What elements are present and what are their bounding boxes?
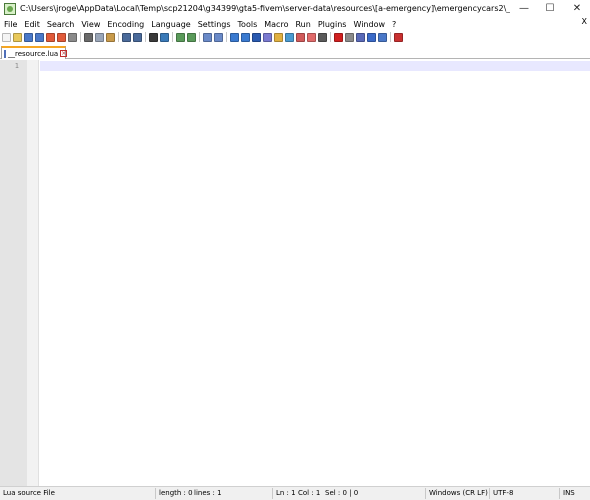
- save-all-icon[interactable]: [35, 32, 44, 42]
- indent-guide-icon[interactable]: [252, 32, 261, 42]
- status-lines: lines : 1: [194, 489, 222, 497]
- toolbar-separator: [118, 32, 119, 42]
- toolbar-separator: [226, 32, 227, 42]
- view-icon[interactable]: [318, 32, 327, 42]
- status-column-position: Col : 1: [298, 489, 321, 497]
- replace-icon[interactable]: [160, 32, 169, 42]
- folder-as-workspace-icon[interactable]: [296, 32, 305, 42]
- close-window-button[interactable]: ✕: [564, 0, 590, 17]
- new-file-icon[interactable]: [2, 32, 11, 42]
- paste-icon[interactable]: [106, 32, 115, 42]
- record-macro-icon[interactable]: [334, 32, 343, 42]
- redo-icon[interactable]: [133, 32, 142, 42]
- status-file-type: Lua source File: [3, 489, 55, 497]
- menu-help[interactable]: ?: [388, 20, 399, 29]
- minimize-button[interactable]: —: [511, 0, 537, 17]
- menu-language[interactable]: Language: [147, 20, 193, 29]
- sync-horizontal-icon[interactable]: [214, 32, 223, 42]
- status-divider: [425, 488, 426, 499]
- close-all-icon[interactable]: [57, 32, 66, 42]
- menu-encoding[interactable]: Encoding: [103, 20, 147, 29]
- user-defined-language-icon[interactable]: [263, 32, 272, 42]
- zoom-out-icon[interactable]: [187, 32, 196, 42]
- run-macro-multiple-icon[interactable]: [367, 32, 376, 42]
- word-wrap-icon[interactable]: [230, 32, 239, 42]
- menu-bar: File Edit Search View Encoding Language …: [0, 17, 590, 31]
- tab-resource-lua[interactable]: __resource.lua ×: [1, 46, 68, 59]
- menu-search[interactable]: Search: [43, 20, 77, 29]
- menu-tools[interactable]: Tools: [234, 20, 261, 29]
- tab-bar: __resource.lua ×: [0, 45, 590, 59]
- status-selection: Sel : 0 | 0: [325, 489, 359, 497]
- status-bar: Lua source File length : 0 lines : 1 Ln …: [0, 486, 590, 500]
- notepad-plus-plus-icon: [4, 2, 16, 15]
- line-number: 1: [14, 62, 19, 70]
- tab-close-icon[interactable]: ×: [60, 50, 68, 57]
- menu-settings[interactable]: Settings: [194, 20, 234, 29]
- toolbar-separator: [145, 32, 146, 42]
- spell-check-icon[interactable]: [394, 32, 403, 42]
- status-divider: [559, 488, 560, 499]
- menu-macro[interactable]: Macro: [260, 20, 291, 29]
- menu-view[interactable]: View: [77, 20, 103, 29]
- status-encoding: UTF-8: [493, 489, 514, 497]
- tab-label: __resource.lua: [8, 49, 59, 58]
- close-icon[interactable]: [46, 32, 55, 42]
- document-map-icon[interactable]: [274, 32, 283, 42]
- status-length: length : 0: [159, 489, 193, 497]
- find-icon[interactable]: [149, 32, 158, 42]
- menu-run[interactable]: Run: [291, 20, 313, 29]
- toolbar-separator: [172, 32, 173, 42]
- title-bar: C:\Users\jroge\AppData\Local\Temp\scp212…: [0, 0, 590, 17]
- menu-edit[interactable]: Edit: [20, 20, 43, 29]
- toolbar-separator: [330, 32, 331, 42]
- print-icon[interactable]: [68, 32, 77, 42]
- toolbar-separator: [199, 32, 200, 42]
- undo-icon[interactable]: [122, 32, 131, 42]
- menu-plugins[interactable]: Plugins: [314, 20, 350, 29]
- cut-icon[interactable]: [84, 32, 93, 42]
- menu-window[interactable]: Window: [349, 20, 388, 29]
- status-divider: [155, 488, 156, 499]
- menu-file[interactable]: File: [0, 20, 20, 29]
- status-divider: [489, 488, 490, 499]
- toolbar: [0, 31, 590, 43]
- editor-area[interactable]: 1: [0, 60, 590, 486]
- status-line-position: Ln : 1: [276, 489, 296, 497]
- function-list-icon[interactable]: [285, 32, 294, 42]
- current-line-highlight: [40, 61, 590, 71]
- toolbar-separator: [80, 32, 81, 42]
- status-insert-mode[interactable]: INS: [563, 489, 575, 497]
- monitoring-icon[interactable]: [307, 32, 316, 42]
- playback-macro-icon[interactable]: [356, 32, 365, 42]
- status-divider: [272, 488, 273, 499]
- status-eol-format: Windows (CR LF): [429, 489, 488, 497]
- show-all-characters-icon[interactable]: [241, 32, 250, 42]
- copy-icon[interactable]: [95, 32, 104, 42]
- save-macro-icon[interactable]: [378, 32, 387, 42]
- zoom-in-icon[interactable]: [176, 32, 185, 42]
- close-document-button[interactable]: X: [582, 17, 587, 26]
- line-number-gutter: 1: [0, 60, 27, 486]
- maximize-button[interactable]: ☐: [537, 0, 563, 17]
- window-title: C:\Users\jroge\AppData\Local\Temp\scp212…: [20, 4, 510, 13]
- stop-recording-icon[interactable]: [345, 32, 354, 42]
- open-file-icon[interactable]: [13, 32, 22, 42]
- sync-vertical-icon[interactable]: [203, 32, 212, 42]
- file-icon: [4, 49, 6, 58]
- toolbar-separator: [390, 32, 391, 42]
- fold-margin[interactable]: [27, 60, 39, 486]
- save-icon[interactable]: [24, 32, 33, 42]
